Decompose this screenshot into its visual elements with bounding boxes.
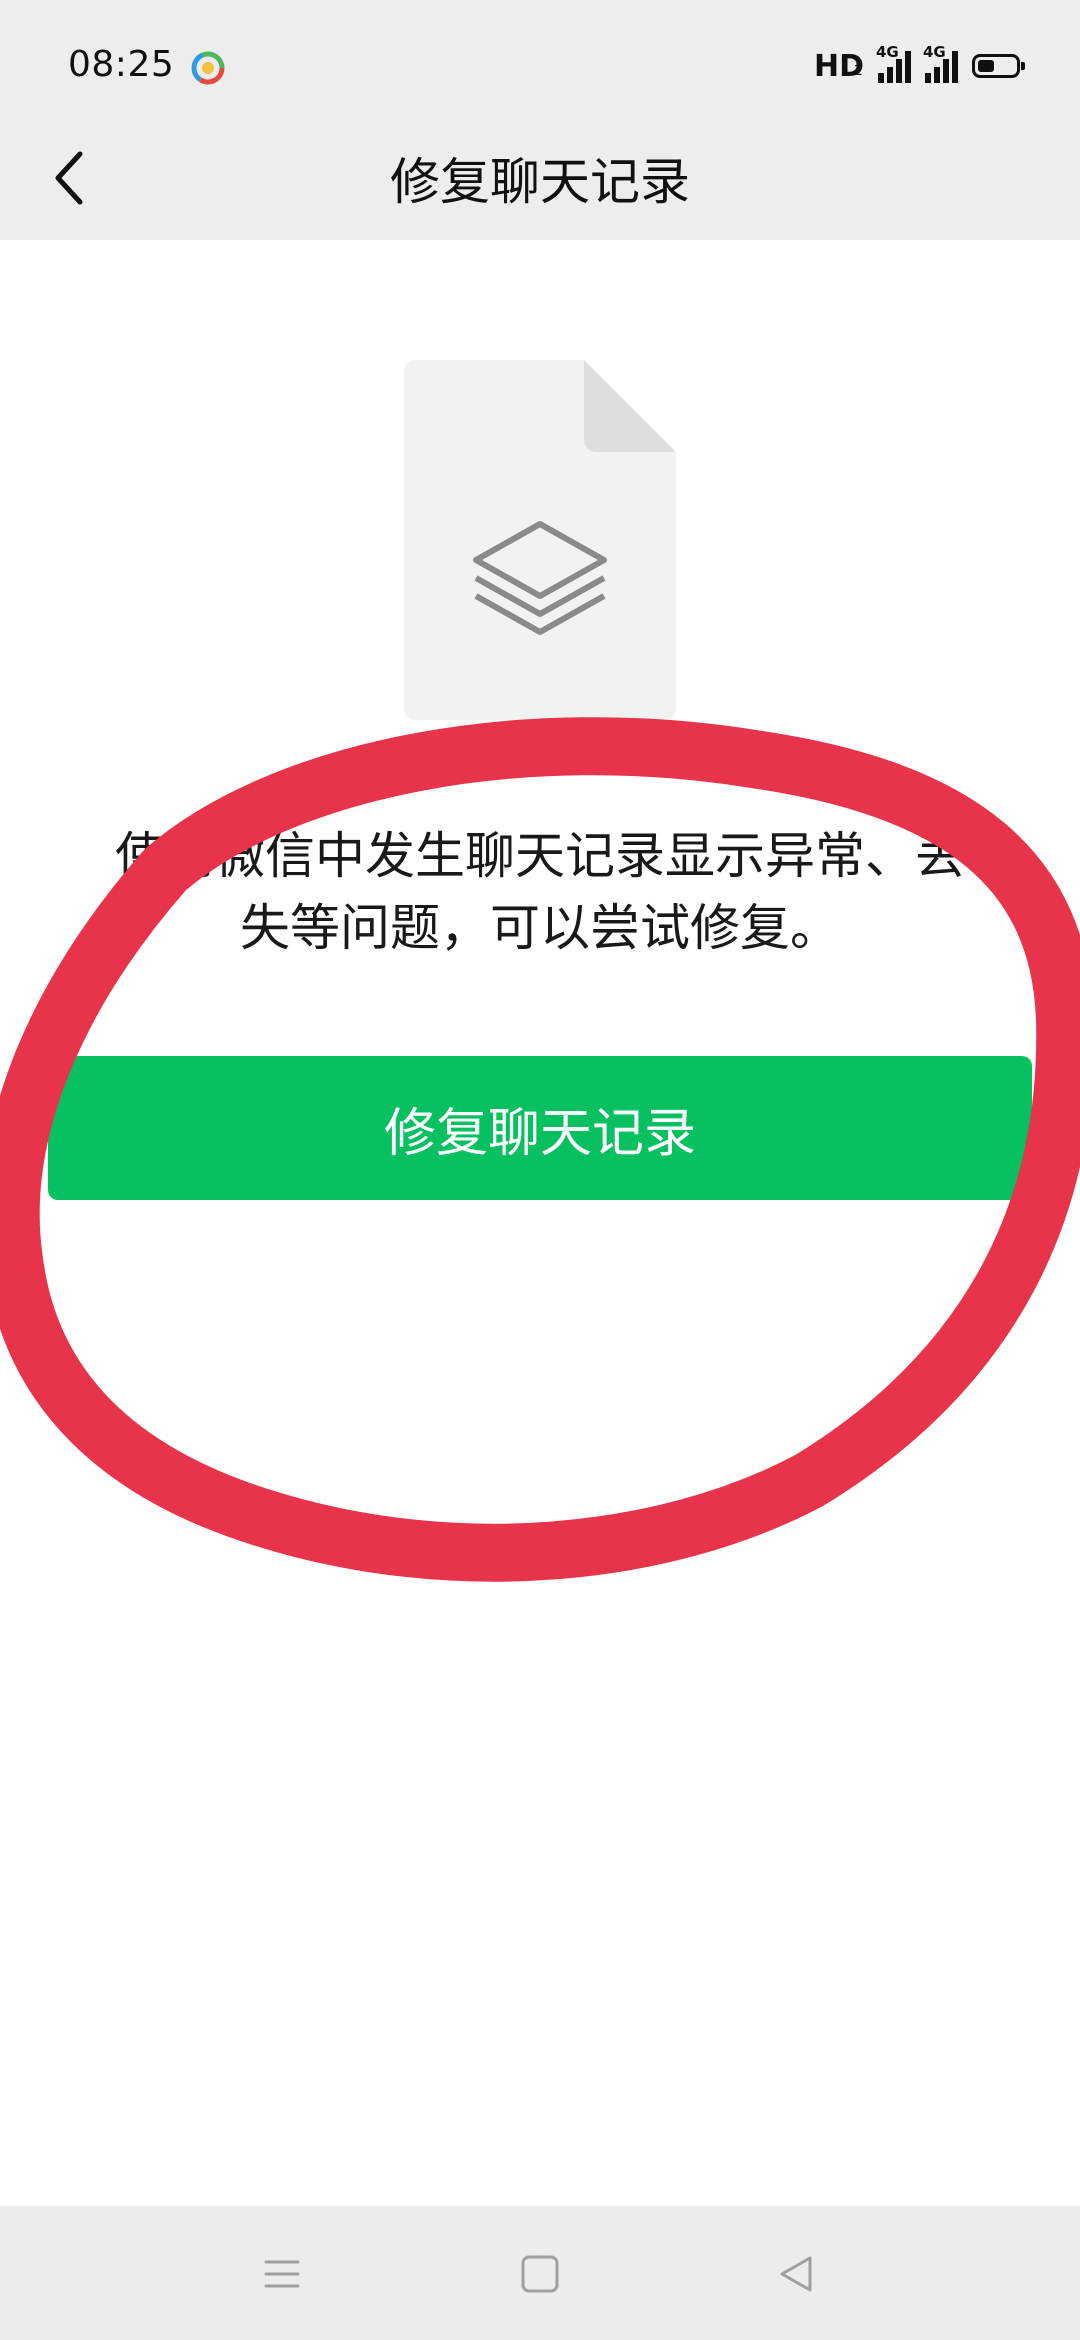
description-line-2: 失等问题，可以尝试修复。 [240,899,840,957]
signal-bar [878,73,884,83]
system-navigation-bar [0,2206,1080,2340]
description-text: 使用微信中发生聊天记录显示异常、丢 失等问题，可以尝试修复。 [70,820,1010,964]
menu-button[interactable] [252,2244,312,2304]
home-button[interactable] [510,2244,570,2304]
signal-bar [943,59,949,83]
page-title: 修复聊天记录 [390,153,690,211]
network-type-1: 4G [876,43,899,61]
status-time: 08:25 [68,44,175,85]
network-type-2: 4G [923,43,946,61]
system-back-button[interactable] [766,2244,826,2304]
battery-level [978,60,994,72]
signal-bar [934,67,940,83]
app-notification-icon [190,50,226,86]
description-line-1: 使用微信中发生聊天记录显示异常、丢 [115,827,965,885]
status-indicators: HD2 4G 4G [814,43,1025,86]
signal-icon-1: 4G [876,43,911,83]
hd-indicator: HD2 [814,49,864,84]
back-triangle-icon [780,2256,812,2292]
signal-bar [896,59,902,83]
signal-bar [887,67,893,83]
battery-icon [972,54,1025,78]
home-square-icon [521,2255,559,2293]
layers-document-icon [404,360,676,720]
repair-chat-history-button[interactable]: 修复聊天记录 [48,1056,1032,1200]
signal-bar [952,51,958,83]
screen: 08:25 HD2 4G 4G 修复聊天记录 使用微信中发生聊天记录显示异常、丢… [0,0,1080,2340]
header: 修复聊天记录 [0,130,1080,240]
signal-bar [905,51,911,83]
status-bar: 08:25 HD2 4G 4G [0,0,1080,130]
hd-sub-label: 2 [854,63,863,79]
signal-icon-2: 4G [923,43,958,83]
signal-bar [925,73,931,83]
menu-icon [264,2260,300,2288]
top-area: 08:25 HD2 4G 4G 修复聊天记录 [0,0,1080,240]
